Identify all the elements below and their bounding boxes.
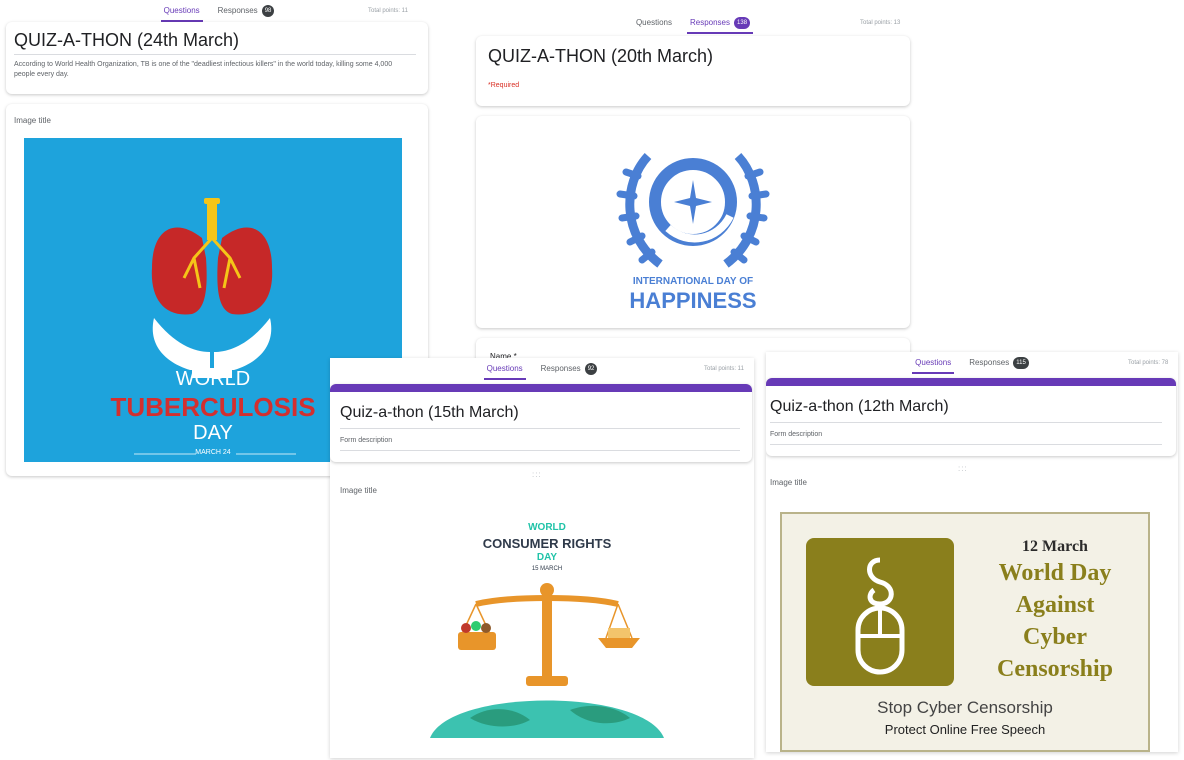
tab-questions[interactable]: Questions bbox=[912, 352, 955, 374]
tab-questions[interactable]: Questions bbox=[483, 358, 526, 380]
tab-responses[interactable]: Responses 98 bbox=[215, 0, 278, 22]
poster-consumer-rights: CONSUMER RIGHTS bbox=[482, 536, 612, 551]
poster-cyber: Cyber bbox=[1023, 624, 1087, 650]
consumer-rights-poster: WORLD CONSUMER RIGHTS DAY 15 MARCH bbox=[420, 518, 674, 738]
form-header-card[interactable]: Quiz-a-thon (12th March) Form descriptio… bbox=[766, 378, 1176, 456]
happiness-logo: INTERNATIONAL DAY OF HAPPINESS bbox=[608, 136, 778, 314]
form-header-card[interactable]: Quiz-a-thon (15th March) Form descriptio… bbox=[330, 384, 752, 462]
tab-questions[interactable]: Questions bbox=[160, 0, 203, 22]
form-description[interactable]: Form description bbox=[340, 436, 392, 446]
form-title[interactable]: QUIZ-A-THON (20th March) bbox=[488, 46, 713, 67]
poster-censorship: Censorship bbox=[996, 656, 1114, 682]
screenshot-cyber-censorship-quiz: Questions Responses 115 Total points: 78 … bbox=[766, 352, 1178, 752]
tab-responses[interactable]: Responses 115 bbox=[966, 352, 1032, 374]
form-tabs: Questions Responses 92 bbox=[330, 358, 754, 380]
poster-date: 15 MARCH bbox=[531, 566, 563, 572]
form-title[interactable]: Quiz-a-thon (12th March) bbox=[770, 398, 949, 416]
responses-count-badge: 98 bbox=[261, 4, 275, 17]
total-points: Total points: 13 bbox=[860, 20, 901, 26]
image-item-card[interactable]: INTERNATIONAL DAY OF HAPPINESS bbox=[476, 116, 910, 328]
tab-responses-label: Responses bbox=[540, 364, 581, 373]
tab-responses-label: Responses bbox=[689, 18, 731, 27]
drag-handle-icon[interactable]: ::: bbox=[532, 470, 542, 479]
form-header-card[interactable]: QUIZ-A-THON (24th March) According to Wo… bbox=[6, 22, 428, 94]
description-underline bbox=[770, 444, 1162, 445]
form-tabs: Questions Responses 115 bbox=[766, 352, 1178, 374]
responses-count-badge: 92 bbox=[584, 362, 598, 375]
form-description[interactable]: According to World Health Organization, … bbox=[14, 60, 414, 80]
tab-responses-label: Responses bbox=[217, 6, 258, 15]
tab-responses[interactable]: Responses 138 bbox=[686, 12, 754, 34]
required-note: *Required bbox=[488, 82, 520, 89]
scale-globe-icon bbox=[430, 583, 664, 738]
tab-responses[interactable]: Responses 92 bbox=[538, 358, 601, 380]
form-description[interactable]: Form description bbox=[770, 430, 822, 440]
poster-world: WORLD bbox=[528, 522, 566, 533]
mouse-icon-tile bbox=[806, 538, 954, 686]
poster-tagline2: Protect Online Free Speech bbox=[884, 722, 1046, 737]
poster-world-day: World Day bbox=[998, 560, 1112, 586]
logo-line1: INTERNATIONAL DAY OF bbox=[632, 276, 754, 287]
poster-day: DAY bbox=[536, 552, 558, 563]
form-header-card[interactable]: QUIZ-A-THON (20th March) *Required bbox=[476, 36, 910, 106]
image-title[interactable]: Image title bbox=[340, 486, 377, 495]
title-underline bbox=[770, 422, 1162, 423]
un-wreath-icon bbox=[616, 152, 770, 268]
title-underline bbox=[14, 54, 416, 55]
logo-line2: HAPPINESS bbox=[629, 288, 757, 313]
form-tabs: Questions Responses 138 bbox=[470, 12, 916, 34]
tab-responses-label: Responses bbox=[969, 358, 1010, 367]
tab-questions[interactable]: Questions bbox=[633, 12, 675, 34]
description-underline bbox=[340, 450, 740, 451]
poster-against: Against bbox=[1015, 592, 1095, 618]
total-points: Total points: 11 bbox=[368, 8, 408, 14]
computer-mouse-icon bbox=[855, 557, 905, 675]
image-title[interactable]: Image title bbox=[770, 478, 807, 487]
title-underline bbox=[340, 428, 740, 429]
responses-count-badge: 138 bbox=[734, 16, 751, 29]
total-points: Total points: 78 bbox=[1128, 360, 1169, 366]
poster-date: 12 March bbox=[1022, 538, 1088, 555]
form-title[interactable]: Quiz-a-thon (15th March) bbox=[340, 404, 519, 422]
image-title[interactable]: Image title bbox=[14, 116, 51, 125]
responses-count-badge: 115 bbox=[1013, 356, 1029, 369]
poster-tagline1: Stop Cyber Censorship bbox=[877, 698, 1053, 717]
total-points: Total points: 11 bbox=[704, 366, 744, 372]
cyber-censorship-poster: 12 March World Day Against Cyber Censors… bbox=[780, 512, 1150, 752]
screenshot-happiness-quiz: Questions Responses 138 Total points: 13 … bbox=[470, 12, 916, 362]
screenshot-consumer-rights-quiz: Questions Responses 92 Total points: 11 Q… bbox=[330, 358, 754, 758]
drag-handle-icon[interactable]: ::: bbox=[958, 464, 968, 473]
form-title[interactable]: QUIZ-A-THON (24th March) bbox=[14, 30, 239, 51]
